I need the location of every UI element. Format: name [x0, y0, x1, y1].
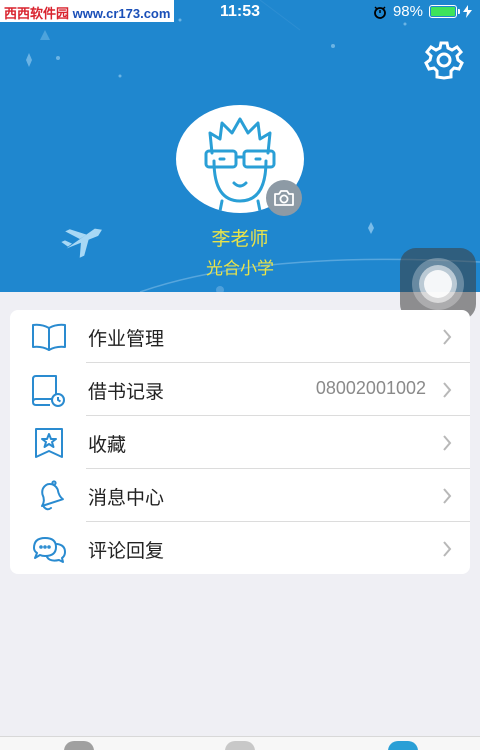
chevron-right-icon — [443, 382, 452, 398]
battery-icon — [429, 5, 460, 18]
chevron-right-icon — [443, 541, 452, 557]
status-bar: 西西软件园 www.cr173.com 11:53 98% — [0, 0, 480, 26]
menu-list: 作业管理 借书记录 08002001002 收藏 消息中心 评论回复 — [10, 310, 470, 574]
gear-icon[interactable] — [424, 40, 464, 80]
menu-item-homework[interactable]: 作业管理 — [10, 310, 470, 363]
menu-item-messages[interactable]: 消息中心 — [10, 469, 470, 522]
menu-item-comment-replies[interactable]: 评论回复 — [10, 522, 470, 574]
camera-button[interactable] — [266, 180, 302, 216]
menu-item-label: 消息中心 — [88, 487, 165, 509]
chat-bubbles-icon — [33, 537, 66, 563]
charging-icon — [463, 5, 472, 18]
tab-profile-icon[interactable] — [388, 741, 418, 750]
menu-item-label: 作业管理 — [88, 328, 165, 350]
teacher-name: 李老师 — [211, 228, 269, 250]
chevron-right-icon — [443, 488, 452, 504]
book-open-icon — [32, 323, 66, 351]
tab-library-icon[interactable] — [225, 741, 255, 750]
profile-header: 西西软件园 www.cr173.com 11:53 98% 李老师 光合小学 — [0, 0, 480, 292]
battery-fill — [431, 7, 455, 16]
battery-percent: 98% — [392, 3, 423, 20]
tab-home-icon[interactable] — [64, 741, 94, 750]
bell-icon — [41, 480, 64, 511]
chevron-right-icon — [443, 329, 452, 345]
menu-item-borrow-records[interactable]: 借书记录 08002001002 — [10, 363, 470, 416]
menu-item-label: 收藏 — [88, 434, 127, 456]
tab-bar — [0, 736, 480, 750]
chevron-right-icon — [443, 435, 452, 451]
book-clock-icon — [32, 375, 65, 407]
menu-item-favorites[interactable]: 收藏 — [10, 416, 470, 469]
menu-item-label: 评论回复 — [88, 540, 165, 562]
camera-icon — [274, 190, 294, 206]
assistive-touch-ring-inner — [424, 270, 452, 298]
menu-item-label: 借书记录 — [88, 381, 165, 403]
status-right: 98% — [373, 3, 472, 20]
alarm-icon — [374, 6, 386, 19]
star-bookmark-icon — [35, 428, 63, 458]
library-card-number: 08002001002 — [315, 378, 426, 398]
